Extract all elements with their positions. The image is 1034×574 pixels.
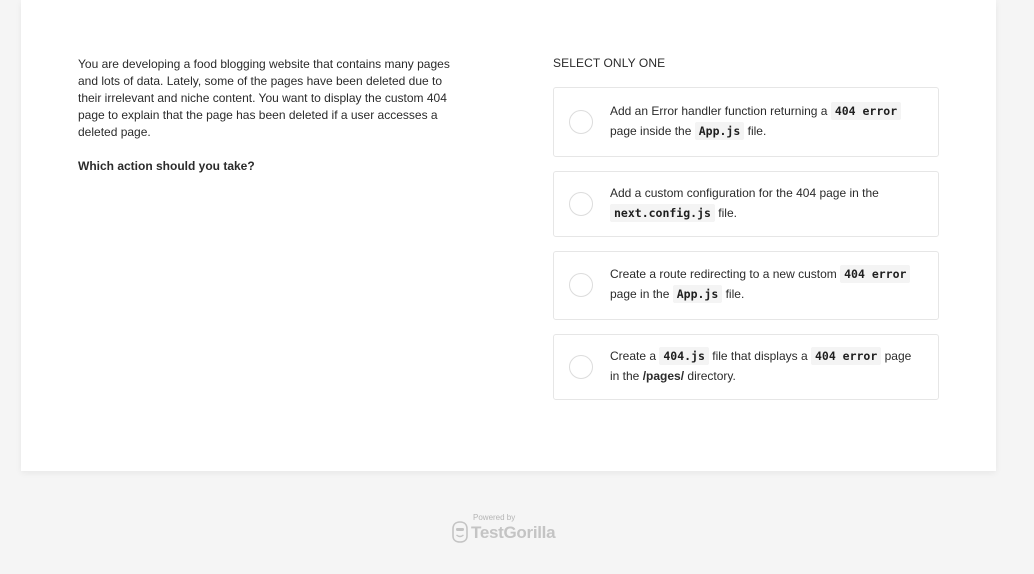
answer-option-text: Create a route redirecting to a new cust… [610,264,920,304]
option-text-segment: Add a custom configuration for the 404 p… [610,186,879,200]
radio-button[interactable] [569,273,593,297]
answers-panel: SELECT ONLY ONE Add an Error handler fun… [553,56,939,400]
question-prompt: Which action should you take? [78,159,255,173]
option-text-segment: directory. [684,369,736,383]
inline-code: 404 error [830,102,902,120]
powered-by-footer[interactable]: Powered by TestGorilla [452,513,572,547]
answer-option-text: Add an Error handler function returning … [610,101,920,141]
question-card: You are developing a food blogging websi… [21,0,996,471]
inline-code: 404 error [810,347,882,365]
radio-button[interactable] [569,355,593,379]
answer-option-1[interactable]: Add an Error handler function returning … [553,87,939,157]
option-text-segment: Create a [610,349,660,363]
option-text-segment: file. [714,206,737,220]
inline-code: App.js [694,122,745,140]
option-text-segment: Create a route redirecting to a new cust… [610,267,841,281]
option-text-segment: page in the [610,287,673,301]
powered-by-text: Powered by [473,513,516,522]
inline-code: App.js [672,285,723,303]
radio-button[interactable] [569,110,593,134]
inline-code: 404 error [840,265,911,283]
question-panel: You are developing a food blogging websi… [78,56,463,175]
gorilla-logo-icon [452,521,468,543]
answer-option-text: Add a custom configuration for the 404 p… [610,183,920,223]
brand-name: TestGorilla [471,523,556,542]
option-text-segment: file. [722,287,745,301]
bold-text: /pages/ [642,369,685,383]
option-text-segment: file. [744,124,767,138]
answer-option-4[interactable]: Create a 404.js file that displays a 404… [553,334,939,400]
radio-button[interactable] [569,192,593,216]
option-text-segment: page inside the [610,124,695,138]
question-text: You are developing a food blogging websi… [78,57,450,139]
option-text-segment: file that displays a [708,349,811,363]
inline-code: next.config.js [610,204,715,222]
answer-option-3[interactable]: Create a route redirecting to a new cust… [553,251,939,320]
answer-option-text: Create a 404.js file that displays a 404… [610,346,920,386]
inline-code: 404.js [659,347,709,365]
select-only-one-label: SELECT ONLY ONE [553,56,666,70]
option-text-segment: Add an Error handler function returning … [610,104,831,118]
answer-option-2[interactable]: Add a custom configuration for the 404 p… [553,171,939,237]
